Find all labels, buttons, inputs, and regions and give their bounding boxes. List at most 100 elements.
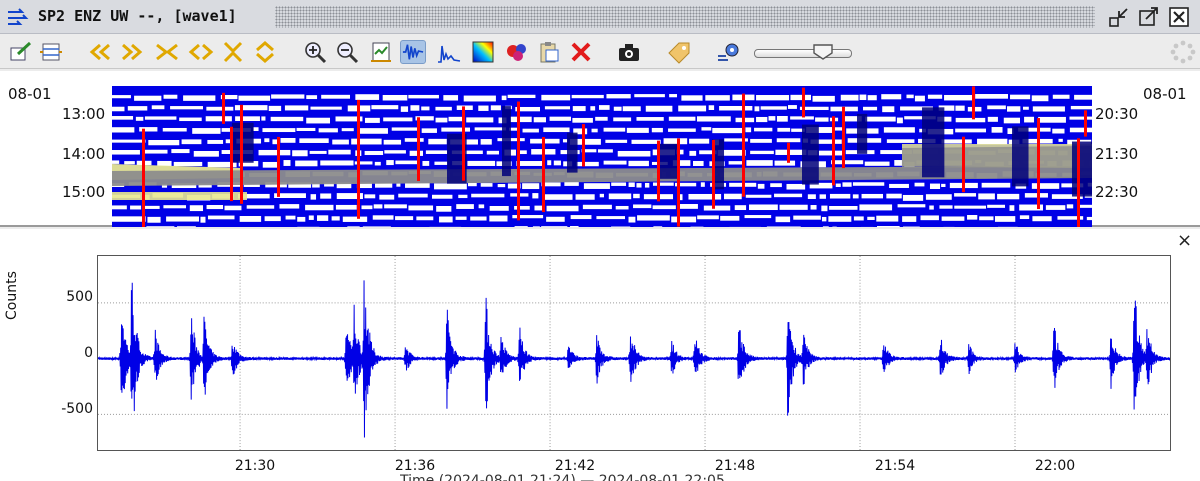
layout-icon[interactable] [38,40,64,64]
helicorder-band [516,161,544,166]
helicorder-event-marker [417,117,420,181]
close-window-icon[interactable] [1168,6,1190,28]
spectrum-icon[interactable] [436,40,462,64]
helicorder-event-marker [657,140,660,202]
rewind-icon[interactable] [88,40,114,64]
helicorder-overview[interactable]: 08-01 08-01 13:00 14:00 15:00 20:30 21:3… [0,71,1200,227]
helicorder-band [306,95,318,100]
helicorder-band [608,193,632,200]
helicorder-band [889,183,909,188]
helicorder-band [634,94,665,98]
helicorder-band [144,116,177,120]
helicorder-band [428,138,447,145]
helicorder-band [112,106,125,112]
helicorder-band [750,150,774,155]
helicorder-band [622,106,641,112]
helicorder-band [510,116,532,123]
helicorder-band [810,205,817,210]
left-time-label: 15:00 [62,183,106,201]
expand-horizontal-icon[interactable] [188,40,214,64]
zoom-in-icon[interactable] [302,40,328,64]
helicorder-band [920,215,939,221]
helicorder-band [575,194,595,200]
helicorder-band [668,116,696,121]
helicorder-band [317,215,329,221]
helicorder-event-marker [962,136,965,193]
helicorder-band [544,106,571,110]
gain-slider[interactable] [754,49,852,58]
helicorder-band [628,216,636,223]
helicorder-band [859,94,867,101]
helicorder-band [756,95,790,101]
title-bar[interactable]: SP2 ENZ UW --, [wave1] [0,0,1200,34]
helicorder-band [927,94,943,99]
helicorder-band [296,127,316,131]
helicorder-band [466,117,494,123]
expand-vertical-icon[interactable] [252,40,278,64]
helicorder-band [207,215,235,220]
helicorder-band [734,205,747,211]
helicorder-band [941,183,946,187]
helicorder-band [205,116,232,122]
helicorder-band [696,116,731,122]
fit-icon[interactable] [368,40,394,64]
helicorder-band [703,205,731,211]
camera-icon[interactable] [616,40,642,64]
helicorder-band [859,204,893,211]
spectrogram-icon[interactable] [470,40,496,64]
helicorder-band [631,139,661,144]
helicorder-event-marker [277,136,280,197]
particle-motion-icon[interactable] [504,40,530,64]
helicorder-band [756,116,768,123]
helicorder-band [902,194,924,201]
drag-grip[interactable] [275,6,1095,28]
forward-icon[interactable] [118,40,144,64]
helicorder-band [497,138,525,142]
helicorder-band [542,194,573,200]
compress-vertical-icon[interactable] [220,40,246,64]
tag-icon[interactable] [666,40,692,64]
helicorder-band [435,106,452,111]
helicorder-plot[interactable] [112,86,1092,227]
helicorder-band [653,226,663,227]
helicorder-band [162,127,187,132]
clipboard-icon[interactable] [536,40,562,64]
edit-icon[interactable] [8,40,34,64]
helicorder-band [474,127,507,131]
helicorder-band [347,226,360,227]
waveform-plot[interactable] [97,255,1171,451]
helicorder-band [1032,106,1065,112]
helicorder-band [775,216,791,223]
helicorder-event-marker [712,139,715,209]
waveform-icon[interactable] [400,40,426,64]
close-red-icon[interactable] [568,40,594,64]
helicorder-band [1010,94,1031,100]
helicorder-band [626,127,649,133]
helicorder-band [978,193,995,200]
helicorder-band [886,139,915,143]
helicorder-band [489,205,509,211]
helicorder-band [1074,94,1092,100]
helicorder-band [776,116,788,122]
helicorder-event-marker [582,124,585,167]
x-tick-label: 21:30 [234,458,276,474]
close-zoom-icon[interactable]: × [1177,231,1192,251]
helicorder-band [206,106,234,111]
zoom-out-icon[interactable] [334,40,360,64]
x-axis-label: Time (2024-08-01 21:24) — 2024-08-01 22:… [400,473,725,481]
helicorder-event-marker [230,126,233,202]
helicorder-band [770,183,782,188]
slider-thumb[interactable] [812,43,834,61]
helicorder-band [595,116,608,121]
minimize-icon[interactable] [1108,6,1130,28]
filter-settings-icon[interactable] [716,40,742,64]
helicorder-band [774,160,796,166]
maximize-icon[interactable] [1138,6,1160,28]
helicorder-band [362,226,391,227]
compress-horizontal-icon[interactable] [154,40,180,64]
helicorder-band [374,161,381,166]
x-tick-label: 21:36 [394,458,436,474]
helicorder-band [766,226,801,227]
helicorder-band [954,193,977,197]
helicorder-band [332,139,349,145]
